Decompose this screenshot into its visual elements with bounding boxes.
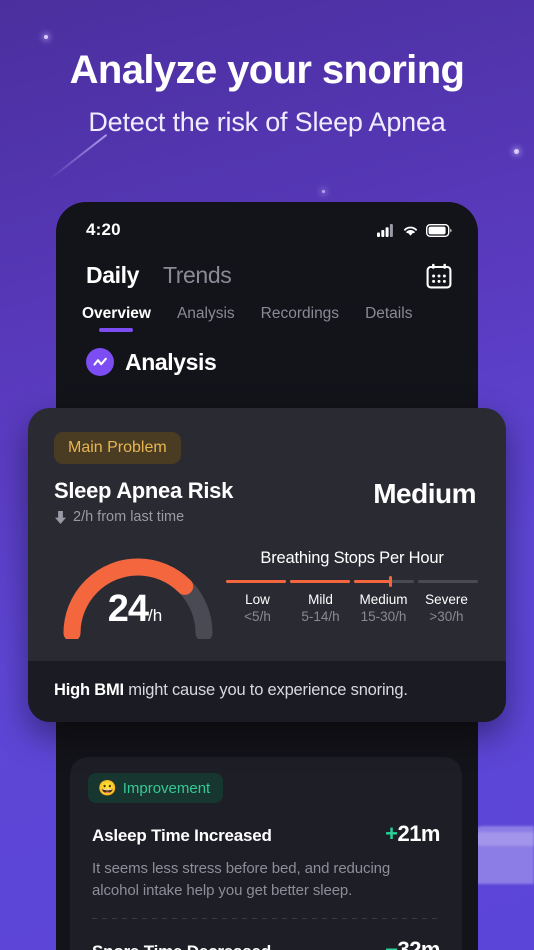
- risk-title: Sleep Apnea Risk: [54, 478, 234, 503]
- scale-title: Breathing Stops Per Hour: [260, 549, 444, 567]
- risk-level-value: Medium: [373, 478, 476, 509]
- improvement-badge: 😀 Improvement: [88, 773, 224, 803]
- tab-details[interactable]: Details: [365, 305, 412, 332]
- nav-segment-trends[interactable]: Trends: [163, 262, 232, 289]
- pulse-icon: [86, 348, 114, 376]
- scale-label-mild: Mild 5-14/h: [289, 592, 352, 624]
- gauge-and-scale-row: 24/h Breathing Stops Per Hour Low <5/h M…: [28, 525, 506, 642]
- scale-segment: [418, 580, 478, 583]
- improvement-row: Snore Time Decreased −32m: [70, 919, 462, 950]
- scale-label-range: <5/h: [244, 609, 271, 624]
- tab-analysis[interactable]: Analysis: [177, 305, 235, 332]
- top-navigation: Daily Trends: [56, 248, 478, 289]
- risk-trend: 2/h from last time: [54, 509, 233, 525]
- scale-label-range: 15-30/h: [360, 609, 407, 624]
- calendar-icon[interactable]: [426, 263, 452, 289]
- tab-bar: Overview Analysis Recordings Details: [56, 289, 478, 332]
- bmi-note: High BMI might cause you to experience s…: [28, 661, 506, 722]
- risk-gauge: 24/h: [54, 543, 222, 642]
- improvement-card: 😀 Improvement Asleep Time Increased +21m…: [70, 757, 462, 950]
- bmi-note-bold: High BMI: [54, 681, 124, 699]
- scale-segment-fill: [290, 580, 350, 583]
- scale-segment: [290, 580, 350, 583]
- improvement-row-delta: +21m: [385, 821, 440, 847]
- improvement-row-delta: −32m: [385, 937, 440, 950]
- improvement-row: Asleep Time Increased +21m: [70, 803, 462, 847]
- status-icon-group: [377, 223, 452, 237]
- delta-value: 32m: [397, 936, 440, 950]
- scale-label-name: Medium: [359, 592, 408, 607]
- scale-segment-fill: [226, 580, 286, 583]
- hero-copy: Analyze your snoring Detect the risk of …: [0, 48, 534, 138]
- scale-segment: [226, 580, 286, 583]
- hero-headline: Analyze your snoring: [69, 48, 465, 92]
- scale-label-row: Low <5/h Mild 5-14/h Medium 15-30/h Seve…: [226, 592, 478, 624]
- signal-icon: [377, 223, 393, 237]
- delta-sign: −: [385, 936, 398, 950]
- star-dot: [44, 35, 48, 39]
- improvement-badge-label: Improvement: [122, 779, 211, 797]
- scale-label-range: >30/h: [429, 609, 464, 624]
- main-problem-badge: Main Problem: [54, 432, 181, 464]
- scale-label-low: Low <5/h: [226, 592, 289, 624]
- risk-text-block: Sleep Apnea Risk 2/h from last time: [54, 478, 233, 525]
- cloud-shape: [472, 826, 534, 846]
- star-dot: [322, 190, 325, 193]
- shooting-star-streak: [49, 133, 108, 180]
- wifi-icon: [404, 226, 417, 236]
- improvement-row-label: Snore Time Decreased: [92, 942, 271, 950]
- scale-bar: [226, 576, 478, 587]
- analysis-section-title: Analysis: [125, 348, 217, 375]
- scale-label-name: Severe: [425, 592, 468, 607]
- gauge-value: 24: [107, 588, 149, 630]
- scale-label-medium: Medium 15-30/h: [352, 592, 415, 624]
- main-problem-card: Main Problem Sleep Apnea Risk 2/h from l…: [28, 408, 506, 722]
- gauge-unit: /h: [148, 606, 163, 625]
- improvement-row-body: It seems less stress before bed, and red…: [92, 860, 391, 899]
- scale-segment-fill: [354, 580, 390, 583]
- gauge-value-block: 24/h: [54, 588, 216, 631]
- scale-label-severe: Severe >30/h: [415, 592, 478, 624]
- scale-label-range: 5-14/h: [301, 609, 340, 624]
- breathing-scale: Breathing Stops Per Hour Low <5/h Mild 5…: [226, 543, 478, 624]
- status-bar: 4:20: [56, 202, 478, 248]
- nav-segment-daily[interactable]: Daily: [86, 262, 139, 289]
- arrow-down-icon: [55, 510, 66, 524]
- battery-icon: [426, 223, 452, 237]
- risk-summary-row: Sleep Apnea Risk 2/h from last time Medi…: [28, 464, 506, 525]
- bmi-note-rest: might cause you to experience snoring.: [123, 681, 408, 699]
- tab-overview[interactable]: Overview: [82, 305, 151, 332]
- scale-segment: [354, 576, 414, 587]
- hero-subhead: Detect the risk of Sleep Apnea: [88, 106, 446, 137]
- scale-label-name: Mild: [308, 592, 333, 607]
- scale-marker: [388, 576, 392, 587]
- scale-label-name: Low: [245, 592, 270, 607]
- delta-value: 21m: [397, 821, 440, 846]
- risk-trend-text: 2/h from last time: [73, 509, 185, 525]
- status-clock: 4:20: [86, 220, 121, 239]
- tab-recordings[interactable]: Recordings: [261, 305, 339, 332]
- star-dot: [514, 149, 519, 154]
- grinning-face-icon: 😀: [98, 780, 117, 797]
- improvement-row-label: Asleep Time Increased: [92, 826, 272, 845]
- delta-sign: +: [385, 821, 398, 846]
- analysis-section-header: Analysis: [56, 332, 478, 376]
